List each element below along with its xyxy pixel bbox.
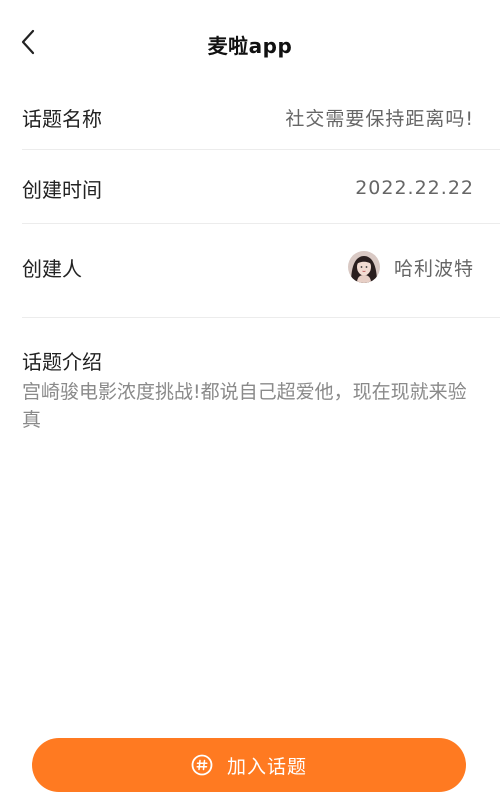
created-time-label: 创建时间: [22, 177, 102, 202]
topic-name-row: 话题名称 社交需要保持距离吗!: [22, 100, 500, 134]
created-time-row: 创建时间 2022.22.22: [22, 171, 500, 205]
divider: [22, 223, 500, 224]
creator-row: 创建人 哈利波特: [22, 249, 500, 285]
intro-text: 宫崎骏电影浓度挑战!都说自己超爱他，现在现就来验真: [22, 381, 467, 431]
creator-name: 哈利波特: [393, 257, 474, 280]
topic-name-value: 社交需要保持距离吗!: [285, 107, 474, 130]
avatar[interactable]: [347, 251, 380, 283]
divider: [22, 149, 500, 150]
creator-label: 创建人: [22, 256, 82, 281]
page-title: 麦啦app: [207, 34, 293, 58]
join-topic-label: 加入话题: [226, 755, 307, 778]
intro-title: 话题介绍: [22, 350, 102, 374]
join-topic-button[interactable]: 加入话题: [32, 738, 466, 792]
topic-name-label: 话题名称: [22, 106, 102, 131]
nav-bar: 麦啦app: [0, 0, 500, 84]
created-time-value: 2022.22.22: [355, 177, 474, 199]
hashtag-icon: [191, 754, 213, 776]
creator-info[interactable]: 哈利波特: [347, 251, 474, 283]
divider: [22, 317, 500, 318]
